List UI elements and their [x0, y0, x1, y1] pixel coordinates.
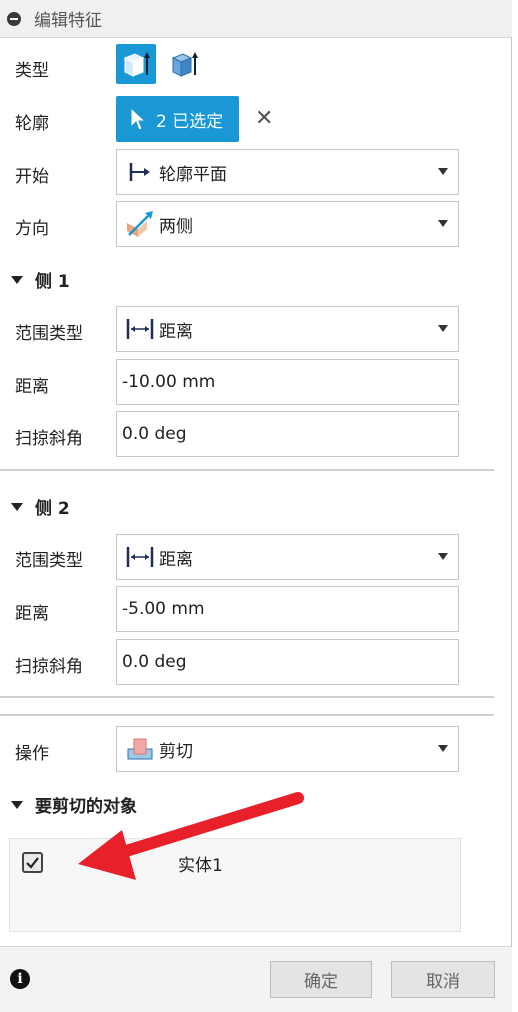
type-solid-button[interactable]	[116, 44, 156, 84]
profile-plane-icon	[125, 157, 155, 187]
side1-title: 侧 1	[35, 272, 70, 292]
side2-title: 侧 2	[35, 499, 70, 519]
side2-extent-value: 距离	[159, 549, 193, 570]
edit-feature-panel: 编辑特征 类型 轮廓 2 已选定 ✕ 开始 轮廓平面 方向 两侧 侧 1 范围类…	[0, 0, 512, 1012]
collapse-triangle-icon	[11, 275, 23, 284]
side1-extent-value: 距离	[159, 321, 193, 342]
direction-label: 方向	[15, 219, 49, 239]
side1-section-header[interactable]: 侧 1	[11, 267, 70, 292]
divider	[0, 696, 494, 698]
side2-taper-label: 扫掠斜角	[15, 657, 83, 677]
chevron-down-icon	[438, 553, 448, 560]
profile-select-button[interactable]: 2 已选定	[116, 96, 239, 142]
side1-distance-input[interactable]: -10.00 mm	[116, 359, 459, 405]
side2-extent-label: 范围类型	[15, 551, 83, 571]
clear-selection-icon[interactable]: ✕	[255, 106, 273, 131]
type-label: 类型	[15, 61, 49, 81]
collapse-triangle-icon	[11, 800, 23, 809]
distance-icon	[125, 542, 155, 572]
cut-icon	[125, 734, 155, 764]
side2-distance-input[interactable]: -5.00 mm	[116, 586, 459, 632]
type-surface-button[interactable]	[164, 44, 204, 84]
collapse-icon[interactable]	[7, 11, 21, 26]
side2-distance-label: 距离	[15, 604, 49, 624]
start-dropdown[interactable]: 轮廓平面	[116, 149, 459, 195]
direction-dropdown[interactable]: 两侧	[116, 201, 459, 247]
cancel-button[interactable]: 取消	[391, 961, 495, 998]
objects-list: 实体1	[9, 838, 461, 932]
profile-selected-text: 2 已选定	[156, 111, 224, 132]
chevron-down-icon	[438, 745, 448, 752]
checkmark-icon	[26, 857, 39, 869]
objects-title: 要剪切的对象	[35, 797, 137, 817]
info-icon[interactable]: i	[10, 969, 30, 989]
cursor-icon	[130, 106, 147, 131]
divider	[0, 469, 494, 471]
chevron-down-icon	[438, 168, 448, 175]
objects-section-header[interactable]: 要剪切的对象	[11, 792, 137, 817]
direction-value: 两侧	[159, 216, 193, 237]
panel-title: 编辑特征	[34, 11, 102, 31]
operation-value: 剪切	[159, 741, 193, 762]
ok-button[interactable]: 确定	[270, 961, 372, 998]
object-name: 实体1	[178, 856, 223, 876]
side1-extent-label: 范围类型	[15, 324, 83, 344]
side2-section-header[interactable]: 侧 2	[11, 494, 70, 519]
object-checkbox[interactable]	[22, 852, 43, 873]
panel-footer: i 确定 取消	[0, 946, 512, 1012]
operation-dropdown[interactable]: 剪切	[116, 726, 459, 772]
distance-icon	[125, 314, 155, 344]
chevron-down-icon	[438, 325, 448, 332]
start-value: 轮廓平面	[159, 164, 227, 185]
operation-label: 操作	[15, 744, 49, 764]
side1-extent-dropdown[interactable]: 距离	[116, 306, 459, 352]
collapse-triangle-icon	[11, 502, 23, 511]
chevron-down-icon	[438, 220, 448, 227]
solid-body-icon	[123, 52, 150, 77]
side1-taper-label: 扫掠斜角	[15, 429, 83, 449]
start-label: 开始	[15, 167, 49, 187]
two-sides-icon	[125, 209, 155, 239]
panel-titlebar[interactable]: 编辑特征	[0, 0, 512, 38]
divider	[0, 714, 494, 716]
side2-taper-input[interactable]: 0.0 deg	[116, 639, 459, 685]
side1-taper-input[interactable]: 0.0 deg	[116, 411, 459, 457]
side2-extent-dropdown[interactable]: 距离	[116, 534, 459, 580]
side1-distance-label: 距离	[15, 377, 49, 397]
surface-body-icon	[171, 52, 198, 77]
profile-label: 轮廓	[15, 114, 49, 134]
